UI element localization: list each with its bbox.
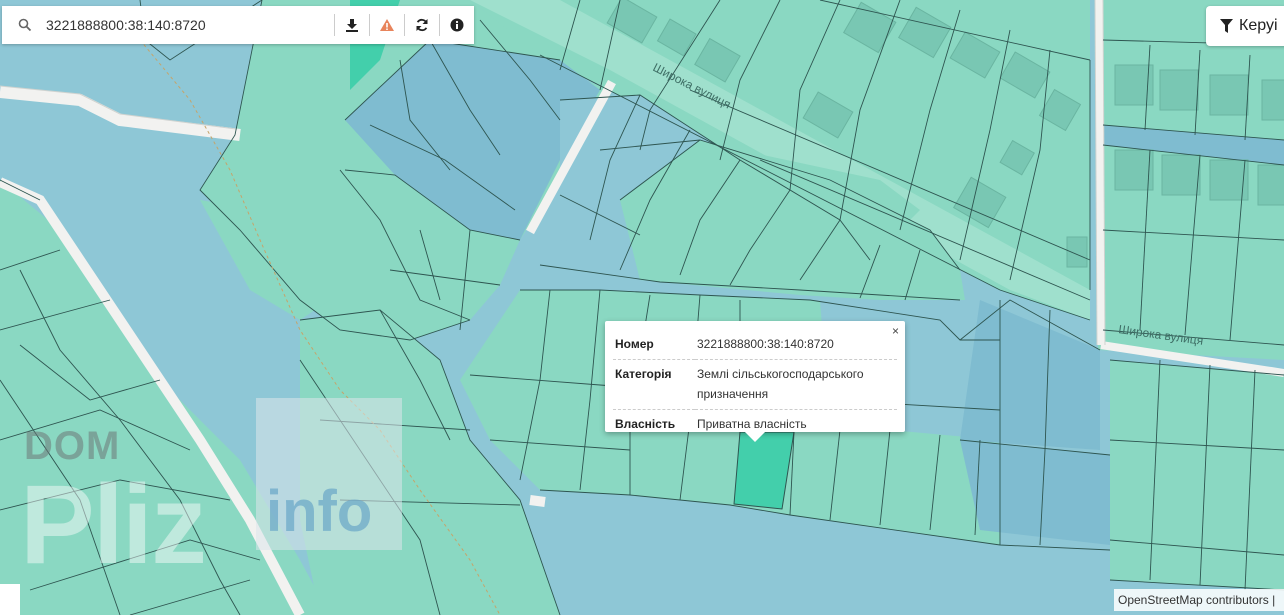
cadastral-map[interactable]: Широка вулиця Широка вулиця (0, 0, 1284, 615)
corner-panel (0, 584, 20, 615)
parcel-ownership-value: Приватна власність (697, 417, 807, 431)
info-button[interactable] (439, 14, 474, 36)
table-row: Номер 3221888800:38:140:8720 (613, 330, 897, 360)
warning-icon (380, 19, 394, 31)
search-icon (18, 18, 32, 32)
table-row: Власність Приватна власність (613, 410, 897, 440)
refresh-icon (416, 18, 428, 32)
search-tools (334, 6, 474, 44)
download-icon (346, 19, 358, 32)
parcel-ownership-label: Власність (615, 417, 676, 431)
search-bar (2, 6, 474, 44)
parcel-number-value: 3221888800:38:140:8720 (697, 337, 834, 351)
parcel-category-value: Землі сільськогосподарського призначення (697, 367, 864, 401)
download-button[interactable] (334, 14, 369, 36)
search-input[interactable] (46, 17, 316, 33)
parcel-info-table: Номер 3221888800:38:140:8720 Категорія З… (613, 330, 897, 439)
parcel-category-label: Категорія (615, 367, 672, 381)
parcel-number-label: Номер (615, 337, 654, 351)
filter-button[interactable]: Керуі (1206, 6, 1284, 46)
warning-button[interactable] (369, 14, 404, 36)
parcel-popup: × Номер 3221888800:38:140:8720 Категорія… (605, 321, 905, 442)
filter-icon (1220, 19, 1233, 33)
refresh-button[interactable] (404, 14, 439, 36)
info-icon (450, 18, 464, 32)
filter-button-label: Керуі (1239, 17, 1278, 34)
map-attribution[interactable]: OpenStreetMap contributors | (1114, 589, 1284, 611)
table-row: Категорія Землі сільськогосподарського п… (613, 360, 897, 410)
